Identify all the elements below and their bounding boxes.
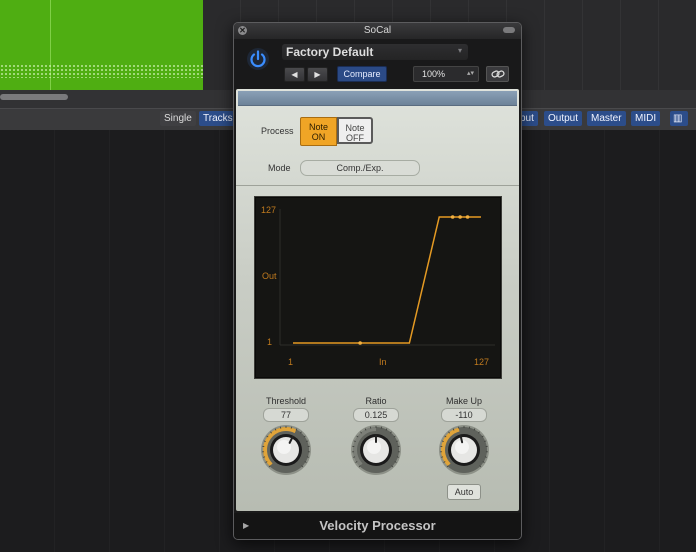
threshold-knob[interactable] [260, 424, 312, 476]
curve-point[interactable] [465, 215, 470, 219]
next-preset-button[interactable]: ▶ [307, 67, 328, 82]
makeup-knob[interactable] [438, 424, 490, 476]
note-on-button[interactable]: Note ON [300, 117, 337, 146]
note-on-line2: ON [311, 132, 326, 142]
y-max-label: 127 [261, 205, 276, 215]
preset-name: Factory Default [286, 45, 374, 59]
midi-note-dots [0, 64, 203, 78]
zoom-select[interactable]: 100% ▴▾ [413, 66, 479, 82]
plugin-name: Velocity Processor [319, 518, 436, 533]
curve-point[interactable] [450, 215, 455, 219]
compare-button[interactable]: Compare [337, 66, 387, 82]
note-off-line2: OFF [346, 133, 364, 143]
threshold-value[interactable]: 77 [263, 408, 309, 422]
scrollbar-thumb[interactable] [0, 94, 68, 100]
note-off-line1: Note [345, 123, 365, 133]
power-icon[interactable] [246, 47, 270, 71]
note-off-button[interactable]: Note OFF [337, 117, 373, 144]
mixer-single-button[interactable]: Single [160, 111, 196, 126]
y-mid-label: Out [262, 271, 277, 281]
ratio-value[interactable]: 0.125 [353, 408, 399, 422]
threshold-label: Threshold [265, 396, 307, 406]
velocity-curve-graph[interactable]: 127 Out 1 1 In 127 [254, 196, 502, 379]
link-icon[interactable] [486, 66, 509, 82]
mixer-output-button[interactable]: Output [544, 111, 583, 126]
mode-label: Mode [268, 163, 291, 173]
window-title: SoCal [363, 25, 392, 36]
stepper-icon: ▴▾ [466, 70, 474, 77]
ratio-label: Ratio [365, 396, 387, 406]
mode-select[interactable]: Comp./Exp. [300, 160, 420, 176]
panel-header-strip [238, 91, 517, 106]
x-mid-label: In [379, 357, 387, 367]
window-titlebar[interactable]: ✕ SoCal [234, 23, 521, 39]
velocity-processor-panel: Process Note ON Note OFF Mode Comp./Exp.… [236, 89, 519, 511]
chevron-down-icon: ▾ [457, 46, 462, 55]
mixer-tracks-button[interactable]: Tracks [199, 111, 237, 126]
x-max-label: 127 [474, 357, 489, 367]
preset-menu[interactable]: Factory Default ▾ [282, 44, 468, 60]
note-on-line1: Note [308, 122, 328, 132]
y-min-label: 1 [267, 337, 272, 347]
velocity-curve [293, 216, 481, 344]
zoom-value: 100% [422, 69, 446, 79]
auto-button[interactable]: Auto [447, 484, 481, 500]
plugin-footer: ▶ Velocity Processor [234, 513, 521, 539]
previous-preset-button[interactable]: ◀ [284, 67, 305, 82]
process-label: Process [261, 126, 294, 136]
x-min-label: 1 [288, 357, 293, 367]
plugin-header: Factory Default ▾ ◀ ▶ Compare 100% ▴▾ [234, 39, 521, 89]
makeup-label: Make Up [445, 396, 482, 406]
midi-region[interactable] [0, 0, 203, 90]
curve-point[interactable] [458, 215, 462, 219]
curve-point[interactable] [358, 341, 362, 345]
window-collapse-button[interactable] [503, 27, 515, 33]
plugin-window: ✕ SoCal Factory Default ▾ ◀ ▶ Compare 10… [233, 22, 522, 540]
panel-divider [236, 185, 519, 186]
ratio-knob[interactable] [350, 424, 402, 476]
mixer-view-icon[interactable]: ▥ [670, 111, 688, 126]
mixer-master-button[interactable]: Master [587, 111, 626, 126]
mixer-midi-button[interactable]: MIDI [631, 111, 661, 126]
makeup-value[interactable]: -110 [441, 408, 487, 422]
